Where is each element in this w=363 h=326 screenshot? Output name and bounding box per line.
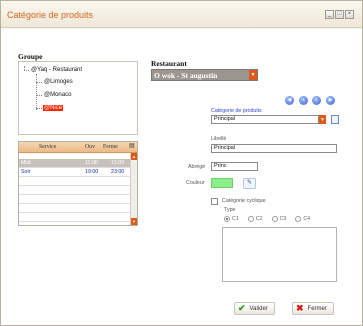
tree-connector bbox=[36, 74, 37, 110]
categorie-select[interactable]: Principal bbox=[211, 115, 319, 124]
restaurant-select[interactable]: O wok - St augustin ▼ bbox=[151, 69, 258, 81]
cell-fermeture: 23:00 bbox=[111, 169, 125, 175]
services-table[interactable]: Service Ouv Ferme ▤ Midi 11:00 15:00 Soi… bbox=[18, 141, 138, 226]
check-icon: ✔ bbox=[238, 303, 246, 313]
minimize-button[interactable]: _ bbox=[325, 10, 334, 19]
table-row[interactable]: Soir 19:00 23:00 bbox=[19, 168, 130, 177]
scroll-up-icon[interactable]: ▲ bbox=[131, 153, 137, 160]
type-radio-c3[interactable]: C3 bbox=[271, 214, 287, 223]
cell-service: Soir bbox=[21, 169, 31, 175]
first-icon[interactable]: ◀ bbox=[285, 96, 294, 105]
close-button[interactable]: ✖ Fermer bbox=[292, 302, 334, 315]
tree-connector bbox=[36, 108, 42, 109]
color-picker-button[interactable]: ✎ bbox=[243, 178, 256, 189]
table-row-empty bbox=[19, 213, 130, 222]
cyclique-label: Catégorie cyclique bbox=[222, 198, 266, 204]
type-label: Type bbox=[224, 207, 236, 213]
column-header-service[interactable]: Service bbox=[39, 144, 56, 150]
table-scrollbar[interactable]: ▲ ▼ bbox=[130, 153, 137, 225]
table-row-empty bbox=[19, 195, 130, 204]
maximize-button[interactable]: □ bbox=[335, 10, 344, 19]
last-icon[interactable]: ▶ bbox=[326, 96, 335, 105]
radio-label: C2 bbox=[255, 215, 263, 222]
groupe-tree[interactable]: @Yaq - Restaurant @Limoges @Monaco @Nice bbox=[18, 61, 138, 135]
radio-label: C4 bbox=[303, 215, 311, 222]
chevron-down-icon[interactable]: ▼ bbox=[249, 70, 257, 80]
document-icon[interactable] bbox=[331, 115, 339, 124]
type-radio-group: C1 C2 C3 C4 bbox=[224, 214, 310, 223]
libelle-field[interactable]: Principal bbox=[211, 144, 337, 153]
type-radio-c4[interactable]: C4 bbox=[295, 214, 310, 223]
table-row-empty bbox=[19, 204, 130, 213]
tree-node-nice[interactable]: @Nice bbox=[43, 105, 64, 111]
table-options-icon[interactable]: ▤ bbox=[129, 143, 134, 149]
abrege-field[interactable]: Princ bbox=[211, 162, 258, 171]
radio-icon bbox=[224, 215, 230, 222]
cyclique-checkbox[interactable] bbox=[211, 198, 218, 205]
table-row-empty bbox=[19, 186, 130, 195]
tree-connector bbox=[36, 82, 42, 83]
radio-label: C3 bbox=[279, 215, 287, 222]
table-header: Service Ouv Ferme ▤ bbox=[19, 142, 137, 153]
close-window-button[interactable]: × bbox=[345, 10, 354, 19]
validate-button-label: Valider bbox=[249, 305, 268, 312]
libelle-label: Libellé bbox=[211, 136, 227, 142]
restaurant-label: Restaurant bbox=[151, 59, 187, 68]
categorie-label: Catégorie de produits bbox=[211, 108, 262, 114]
cell-ouverture: 11:00 bbox=[85, 160, 98, 166]
window-controls: _ □ × bbox=[325, 10, 354, 19]
chevron-down-icon[interactable]: ▼ bbox=[319, 115, 326, 124]
column-header-ouverture[interactable]: Ouv bbox=[85, 144, 95, 150]
tree-node-monaco[interactable]: @Monaco bbox=[44, 92, 71, 98]
window-title: Catégorie de produits bbox=[7, 10, 94, 20]
tree-node-limoges[interactable]: @Limoges bbox=[44, 79, 73, 85]
title-bar[interactable]: Catégorie de produits _ □ × bbox=[1, 1, 362, 28]
type-radio-c2[interactable]: C2 bbox=[247, 214, 263, 223]
previous-icon[interactable]: ‹ bbox=[299, 96, 308, 105]
close-icon: ✖ bbox=[296, 303, 304, 313]
table-row[interactable]: Midi 11:00 15:00 bbox=[19, 159, 130, 168]
tree-connector bbox=[36, 95, 42, 96]
radio-label: C1 bbox=[232, 215, 239, 222]
cell-service: Midi bbox=[21, 160, 31, 166]
table-row-empty bbox=[19, 177, 130, 186]
scroll-down-icon[interactable]: ▼ bbox=[131, 218, 137, 225]
color-picker-icon: ✎ bbox=[246, 180, 253, 186]
validate-button[interactable]: ✔ Valider bbox=[234, 302, 275, 315]
radio-icon bbox=[271, 215, 278, 222]
cell-ouverture: 19:00 bbox=[85, 169, 99, 175]
restaurant-select-value: O wok - St augustin bbox=[154, 71, 218, 80]
column-header-fermeture[interactable]: Ferme bbox=[103, 144, 118, 150]
tree-connector bbox=[24, 70, 29, 71]
type-radio-c1[interactable]: C1 bbox=[224, 214, 239, 223]
next-icon[interactable]: › bbox=[312, 96, 321, 105]
close-button-label: Fermer bbox=[307, 305, 327, 312]
couleur-label: Couleur bbox=[186, 180, 205, 186]
dialog-window: Catégorie de produits _ □ × Groupe @Yaq … bbox=[0, 0, 363, 326]
memo-area[interactable] bbox=[222, 227, 337, 282]
radio-icon bbox=[295, 215, 302, 222]
tree-node-root[interactable]: @Yaq - Restaurant bbox=[31, 67, 82, 73]
radio-icon bbox=[247, 215, 254, 222]
cell-fermeture: 15:00 bbox=[111, 160, 125, 166]
abrege-label: Abrégé bbox=[188, 164, 206, 170]
color-swatch[interactable] bbox=[211, 178, 233, 188]
groupe-label: Groupe bbox=[18, 52, 43, 61]
